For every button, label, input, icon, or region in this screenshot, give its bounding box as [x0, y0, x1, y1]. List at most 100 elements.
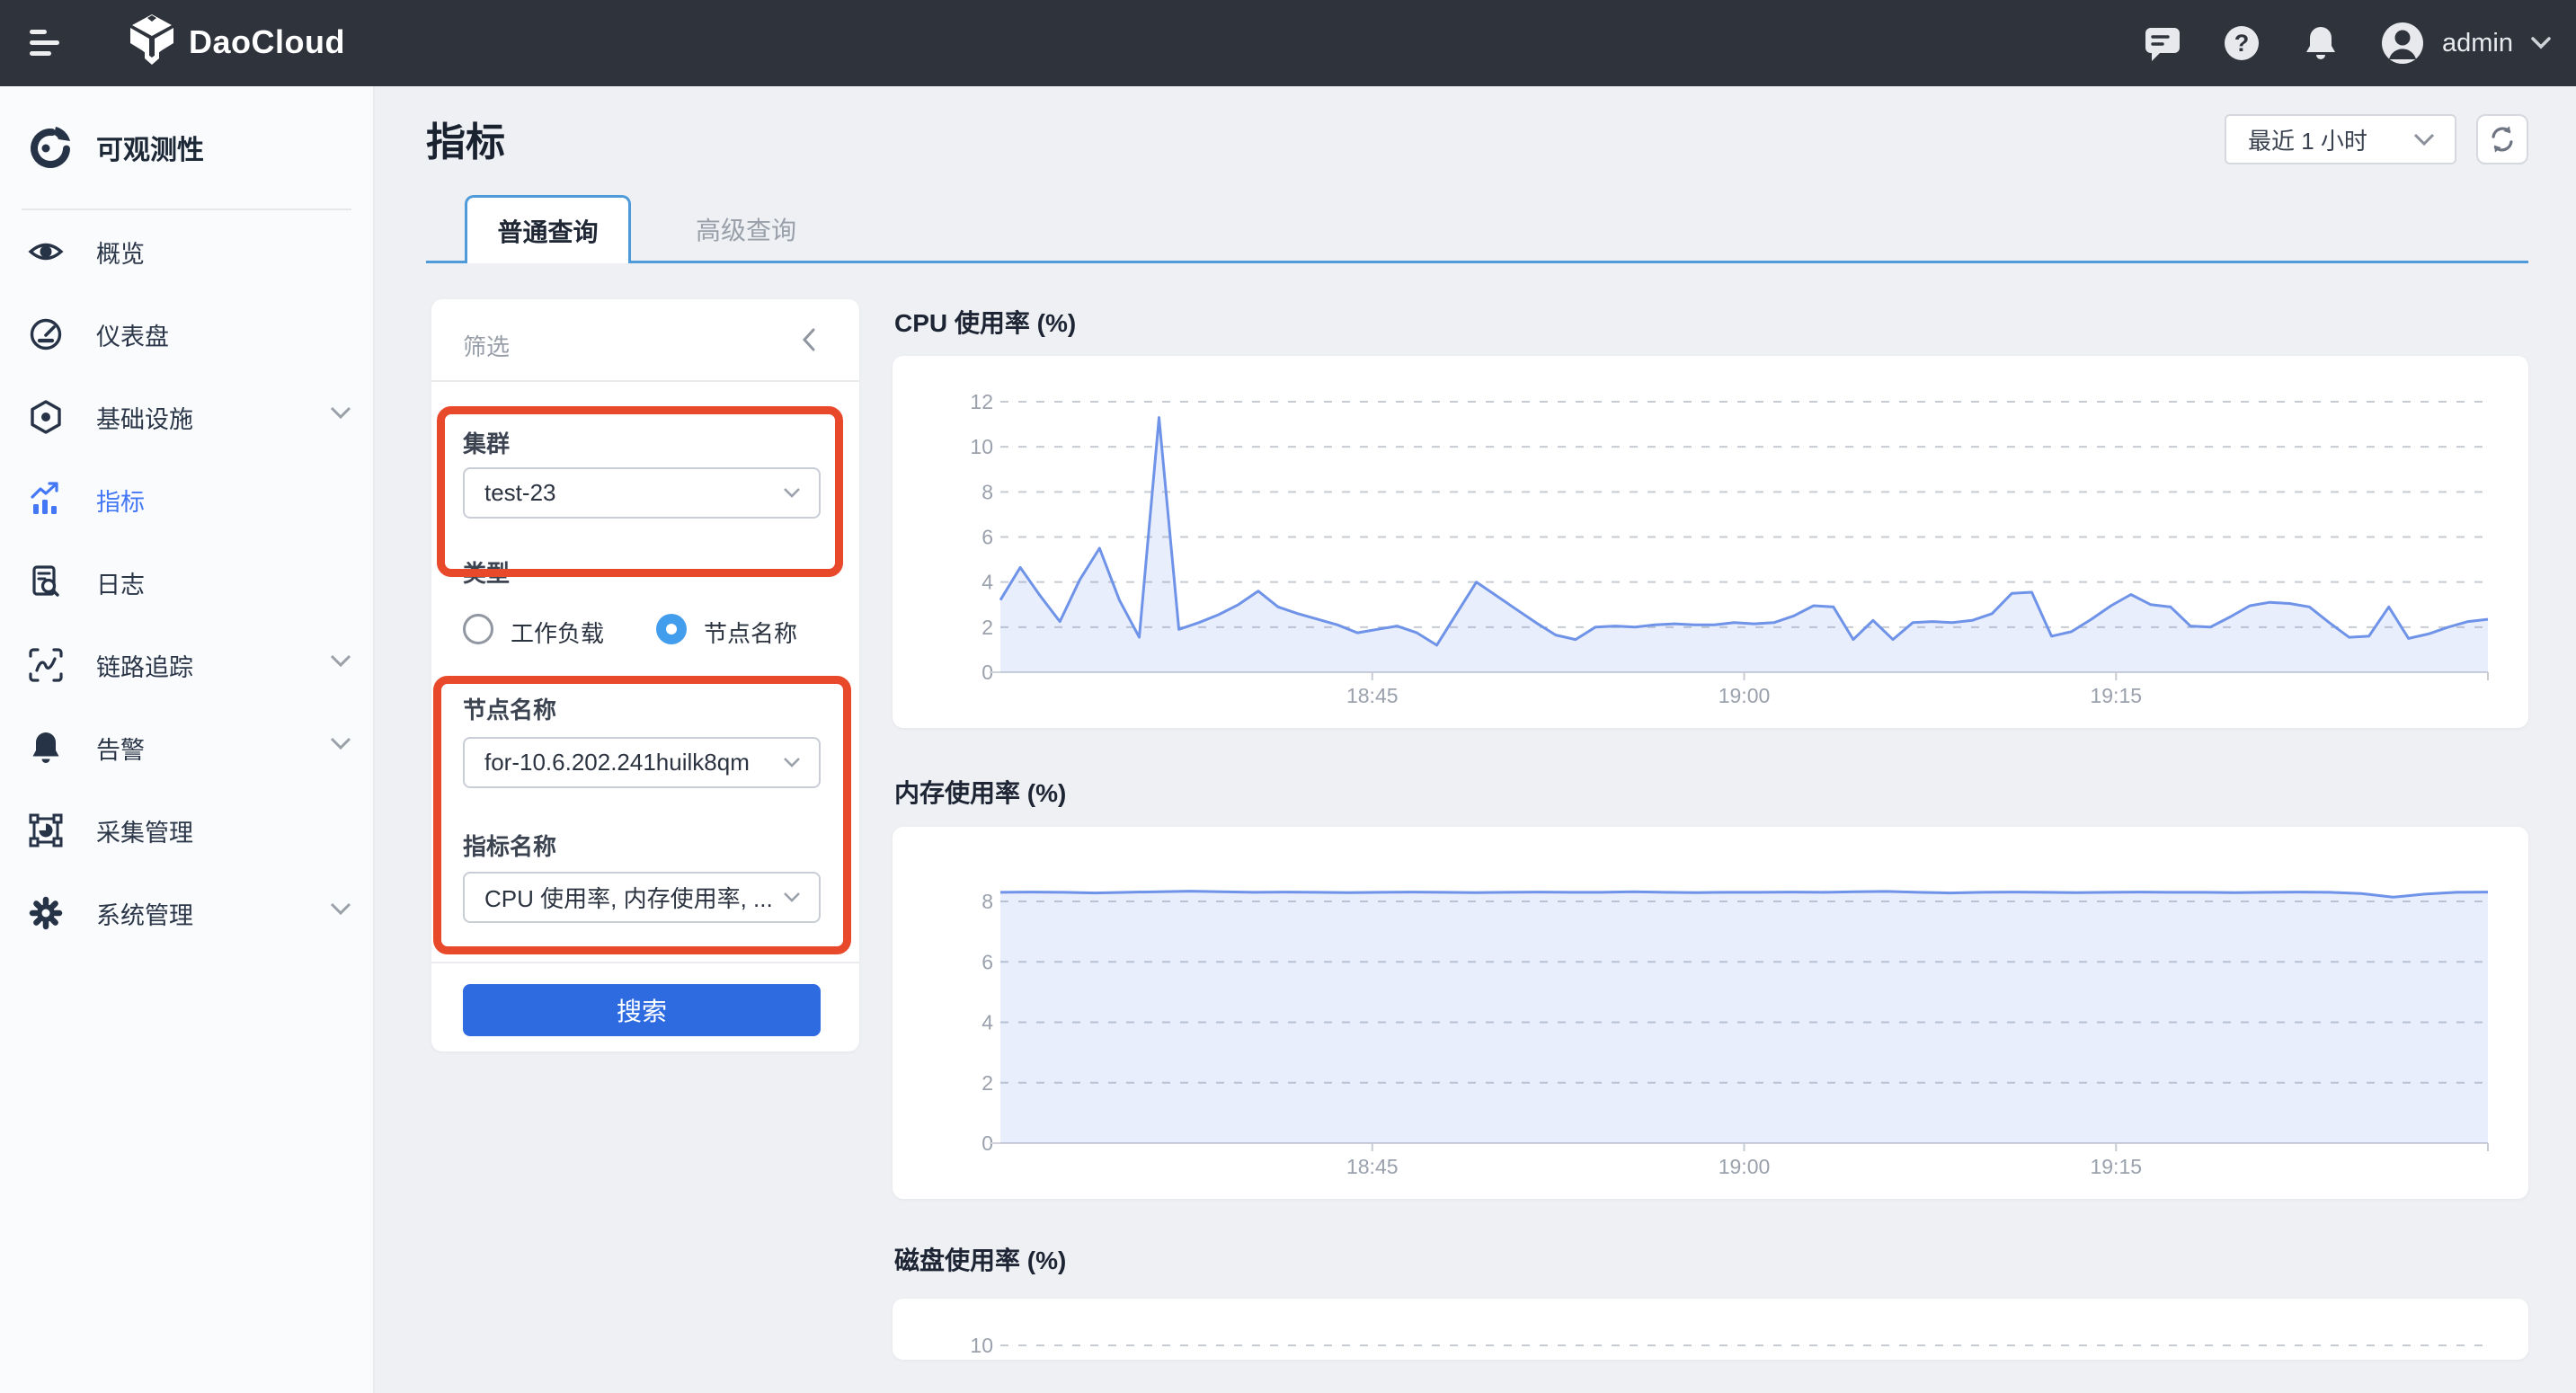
gear-icon [28, 895, 64, 931]
sidebar-item-system[interactable]: 系统管理 [0, 872, 373, 954]
chevron-down-icon [330, 654, 351, 672]
collect-frame-icon [28, 812, 64, 848]
divider [431, 380, 859, 382]
metric-name-label: 指标名称 [463, 829, 556, 862]
trace-scan-icon [28, 647, 64, 683]
divider [431, 962, 859, 963]
page-title: 指标 [426, 110, 505, 167]
message-icon[interactable] [2144, 24, 2181, 62]
sidebar-item-overview[interactable]: 概览 [0, 210, 373, 293]
sidebar: 可观测性 概览 [0, 86, 375, 1393]
cluster-select[interactable]: test-23 [463, 467, 821, 519]
help-icon[interactable]: ? [2223, 24, 2261, 62]
avatar-icon [2381, 22, 2424, 65]
chevron-down-icon [783, 487, 801, 499]
time-range-value: 最近 1 小时 [2248, 123, 2413, 156]
radio-node-name-label[interactable]: 节点名称 [704, 616, 797, 649]
sidebar-item-alerts[interactable]: 告警 [0, 706, 373, 789]
svg-text:18:45: 18:45 [1346, 684, 1399, 707]
search-button[interactable]: 搜索 [463, 984, 821, 1036]
svg-text:12: 12 [970, 390, 993, 413]
radio-node-name[interactable] [656, 614, 687, 644]
cpu-chart-card: 02468101218:4519:0019:15 [893, 356, 2528, 728]
node-name-select-value: for-10.6.202.241huilk8qm [484, 749, 783, 776]
tab-normal-query[interactable]: 普通查询 [465, 195, 631, 263]
user-name: admin [2442, 29, 2513, 58]
node-name-label: 节点名称 [463, 692, 556, 725]
disk-chart-title: 磁盘使用率 (%) [894, 1241, 1066, 1277]
type-label: 类型 [463, 555, 510, 589]
alert-bell-icon [28, 730, 64, 766]
log-search-icon [28, 564, 64, 600]
tab-advanced-query[interactable]: 高级查询 [670, 195, 822, 263]
sidebar-item-infrastructure[interactable]: 基础设施 [0, 376, 373, 458]
metrics-chart-icon [28, 482, 64, 518]
eye-icon [28, 234, 64, 270]
top-bar: DaoCloud ? [0, 0, 2576, 86]
svg-text:19:15: 19:15 [2090, 1155, 2142, 1178]
daocloud-logo-icon [126, 13, 178, 71]
sidebar-item-collection[interactable]: 采集管理 [0, 789, 373, 872]
notification-bell-icon[interactable] [2302, 24, 2340, 62]
svg-text:4: 4 [982, 1011, 993, 1034]
svg-text:8: 8 [982, 480, 993, 503]
svg-text:18:45: 18:45 [1346, 1155, 1399, 1178]
metric-name-select[interactable]: CPU 使用率, 内存使用率, ... [463, 872, 821, 923]
cluster-select-value: test-23 [484, 479, 783, 507]
top-bar-actions: ? admin [2144, 0, 2551, 86]
disk-chart-card: 10 [893, 1299, 2528, 1360]
observability-pie-icon [26, 123, 75, 172]
disk-usage-chart[interactable]: 10 [893, 1299, 2528, 1360]
chevron-down-icon [2531, 37, 2551, 49]
chevron-down-icon [330, 406, 351, 424]
svg-text:6: 6 [982, 950, 993, 973]
svg-text:8: 8 [982, 890, 993, 913]
memory-usage-chart[interactable]: 0246818:4519:0019:15 [893, 827, 2528, 1199]
metric-name-select-value: CPU 使用率, 内存使用率, ... [484, 881, 783, 914]
svg-text:2: 2 [982, 1071, 993, 1095]
refresh-button[interactable] [2476, 114, 2528, 164]
filter-title: 筛选 [463, 329, 510, 362]
sidebar-nav: 概览 仪表盘 基础设施 [0, 210, 373, 954]
chevron-down-icon [330, 737, 351, 755]
memory-chart-title: 内存使用率 (%) [894, 774, 1066, 810]
daocloud-console: DaoCloud ? [0, 0, 2576, 1393]
svg-text:2: 2 [982, 616, 993, 639]
filter-panel: 筛选 集群 test-23 类型 工作负载 节点名称 节点名称 for-10.6… [431, 299, 859, 1051]
chevron-down-icon [783, 757, 801, 768]
type-radio-group: 工作负载 节点名称 [463, 614, 831, 646]
sidebar-item-dashboard[interactable]: 仪表盘 [0, 293, 373, 376]
user-menu[interactable]: admin [2381, 22, 2551, 65]
sidebar-item-metrics[interactable]: 指标 [0, 458, 373, 541]
sidebar-item-tracing[interactable]: 链路追踪 [0, 624, 373, 706]
cpu-usage-chart[interactable]: 02468101218:4519:0019:15 [893, 356, 2528, 728]
svg-text:?: ? [2234, 30, 2250, 57]
sidebar-product: 可观测性 [0, 86, 373, 209]
sidebar-product-label: 可观测性 [96, 128, 204, 167]
refresh-icon [2486, 123, 2518, 155]
menu-icon[interactable] [30, 30, 66, 60]
svg-text:6: 6 [982, 526, 993, 549]
time-range-select[interactable]: 最近 1 小时 [2225, 114, 2456, 164]
svg-text:4: 4 [982, 571, 993, 594]
gauge-icon [28, 316, 64, 352]
svg-text:19:00: 19:00 [1719, 684, 1771, 707]
chevron-down-icon [2413, 133, 2435, 146]
svg-text:10: 10 [970, 1334, 993, 1357]
cpu-chart-title: CPU 使用率 (%) [894, 304, 1076, 340]
hexagon-infra-icon [28, 399, 64, 435]
sidebar-item-logs[interactable]: 日志 [0, 541, 373, 624]
memory-chart-card: 0246818:4519:0019:15 [893, 827, 2528, 1199]
chevron-down-icon [330, 902, 351, 920]
svg-text:19:00: 19:00 [1719, 1155, 1771, 1178]
node-name-select[interactable]: for-10.6.202.241huilk8qm [463, 737, 821, 788]
chevron-down-icon [783, 892, 801, 903]
radio-workload-label[interactable]: 工作负载 [511, 616, 604, 649]
svg-text:19:15: 19:15 [2090, 684, 2142, 707]
cluster-label: 集群 [463, 426, 510, 459]
brand-name: DaoCloud [189, 23, 345, 61]
svg-text:10: 10 [970, 435, 993, 458]
brand: DaoCloud [126, 13, 345, 71]
collapse-panel-icon[interactable] [802, 328, 823, 351]
radio-workload[interactable] [463, 614, 493, 644]
